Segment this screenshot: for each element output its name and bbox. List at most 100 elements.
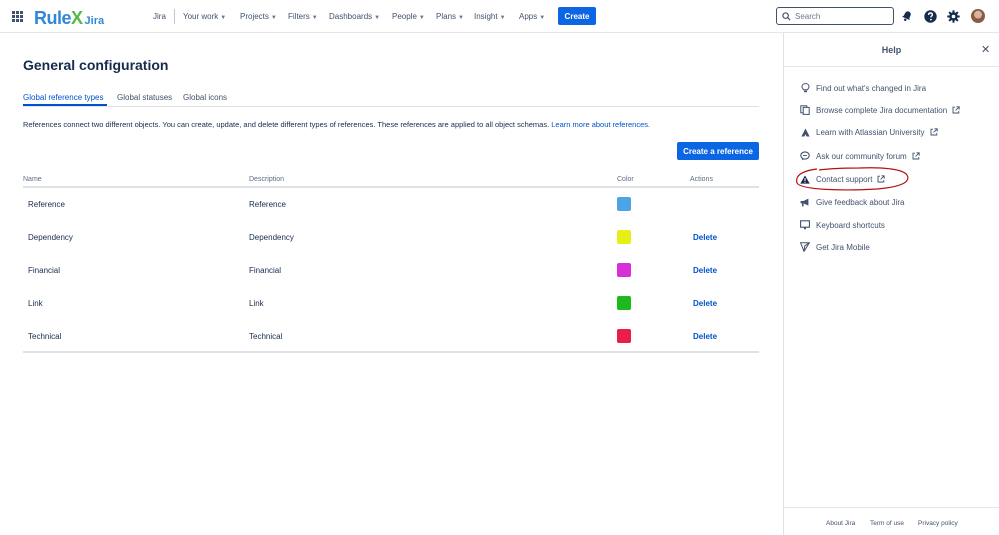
row-description: Financial [249, 266, 282, 275]
nav-divider [174, 9, 175, 24]
search-box[interactable] [776, 7, 894, 25]
color-swatch [617, 230, 631, 244]
tab-global-icons[interactable]: Global icons [183, 93, 227, 102]
search-input[interactable] [795, 11, 890, 21]
nav-your-work[interactable]: Your work ▼ [183, 12, 226, 21]
rulex-jira-logo[interactable]: RuleX Jira [34, 8, 104, 29]
tabs: Global reference types Global statuses G… [23, 91, 759, 107]
table-row: Link Link Delete [23, 287, 759, 320]
row-name: Dependency [28, 233, 73, 242]
delete-button[interactable]: Delete [693, 266, 717, 275]
chevron-down-icon: ▼ [539, 15, 546, 21]
header-actions: Actions [690, 176, 713, 183]
page-title: General configuration [23, 57, 169, 73]
chevron-down-icon: ▼ [499, 15, 506, 21]
main-content: General configuration Global reference t… [0, 33, 783, 535]
header-color: Color [617, 176, 634, 183]
chevron-down-icon: ▼ [270, 15, 277, 21]
chevron-down-icon: ▼ [458, 15, 464, 21]
help-header: Help ✕ [784, 33, 999, 67]
nav-jira[interactable]: Jira [153, 12, 166, 21]
header-name: Name [23, 176, 42, 183]
create-reference-button[interactable]: Create a reference [677, 142, 759, 160]
help-item-atlassian-university[interactable]: Learn with Atlassian University [800, 125, 938, 139]
tab-global-statuses[interactable]: Global statuses [117, 93, 172, 102]
delete-button[interactable]: Delete [693, 332, 717, 341]
help-item-label: Get Jira Mobile [816, 242, 870, 252]
create-button[interactable]: Create [558, 7, 596, 25]
active-tab-indicator [23, 104, 107, 106]
chevron-down-icon: ▼ [418, 15, 425, 21]
nav-insight[interactable]: Insight ▼ [474, 12, 506, 21]
top-navigation: RuleX Jira Jira Your work ▼ Projects ▼ Fil… [0, 0, 999, 33]
tab-global-reference-types[interactable]: Global reference types [23, 93, 104, 102]
help-item-label: Learn with Atlassian University [816, 127, 925, 137]
page-description: References connect two different objects… [23, 120, 651, 129]
help-item-documentation[interactable]: Browse complete Jira documentation [800, 103, 960, 117]
table-header: Name Description Color Actions [23, 173, 759, 188]
help-item-label: Ask our community forum [816, 151, 907, 161]
search-icon [782, 11, 791, 21]
color-swatch [617, 197, 631, 211]
external-link-icon [930, 128, 938, 136]
documentation-icon [800, 105, 810, 115]
close-icon[interactable]: ✕ [981, 43, 990, 56]
lightbulb-icon [800, 83, 810, 93]
nav-people[interactable]: People ▼ [392, 12, 425, 21]
row-description: Link [249, 299, 264, 308]
color-swatch [617, 329, 631, 343]
chevron-down-icon: ▼ [374, 15, 381, 21]
row-name: Technical [28, 332, 62, 341]
atlassian-icon [800, 127, 810, 137]
external-link-icon [952, 106, 960, 114]
nav-apps[interactable]: Apps ▼ [519, 12, 545, 21]
reference-types-table: Name Description Color Actions Reference… [23, 173, 759, 353]
help-footer: About Jira Term of use Privacy policy [784, 507, 999, 535]
avatar[interactable] [971, 9, 985, 23]
nav-dashboards[interactable]: Dashboards ▼ [329, 12, 380, 21]
chevron-down-icon: ▼ [311, 15, 318, 21]
help-item-give-feedback[interactable]: Give feedback about Jira [800, 195, 905, 209]
help-item-label: Keyboard shortcuts [816, 220, 885, 230]
row-description: Dependency [249, 233, 294, 242]
help-item-whats-changed[interactable]: Find out what's changed in Jira [800, 81, 926, 95]
nav-projects[interactable]: Projects ▼ [240, 12, 277, 21]
help-icon[interactable] [923, 9, 937, 23]
table-row: Dependency Dependency Delete [23, 221, 759, 254]
learn-more-link[interactable]: Learn more about references. [551, 120, 650, 129]
table-row: Technical Technical Delete [23, 320, 759, 353]
help-item-jira-mobile[interactable]: Get Jira Mobile [800, 240, 870, 254]
help-item-community-forum[interactable]: Ask our community forum [800, 149, 920, 163]
help-item-label: Give feedback about Jira [816, 197, 905, 207]
external-link-icon [912, 152, 920, 160]
row-description: Reference [249, 200, 286, 209]
community-icon [800, 151, 810, 161]
table-row: Financial Financial Delete [23, 254, 759, 287]
apps-grid-icon[interactable] [12, 11, 23, 22]
row-name: Financial [28, 266, 61, 275]
mobile-icon [800, 242, 810, 252]
keyboard-icon [800, 220, 810, 230]
settings-icon[interactable] [946, 9, 960, 23]
logo-text: RuleX [34, 8, 83, 28]
chevron-down-icon: ▼ [220, 15, 227, 21]
nav-filters[interactable]: Filters ▼ [288, 12, 318, 21]
row-name: Link [28, 299, 43, 308]
delete-button[interactable]: Delete [693, 233, 717, 242]
help-panel: Help ✕ Find out what's changed in Jira B… [783, 33, 999, 535]
about-jira-link[interactable]: About Jira [826, 520, 855, 527]
nav-plans[interactable]: Plans ▼ [436, 12, 464, 21]
feedback-icon [800, 197, 810, 207]
header-description: Description [249, 176, 285, 183]
help-item-label: Browse complete Jira documentation [816, 105, 948, 115]
table-row: Reference Reference [23, 188, 759, 221]
red-circle-annotation [796, 167, 909, 191]
delete-button[interactable]: Delete [693, 299, 717, 308]
terms-of-use-link[interactable]: Term of use [870, 520, 904, 527]
privacy-policy-link[interactable]: Privacy policy [918, 520, 958, 527]
notifications-icon[interactable] [900, 9, 914, 23]
help-item-keyboard-shortcuts[interactable]: Keyboard shortcuts [800, 218, 885, 232]
logo-product: Jira [84, 15, 105, 27]
row-description: Technical [249, 332, 283, 341]
help-title: Help [881, 45, 902, 55]
